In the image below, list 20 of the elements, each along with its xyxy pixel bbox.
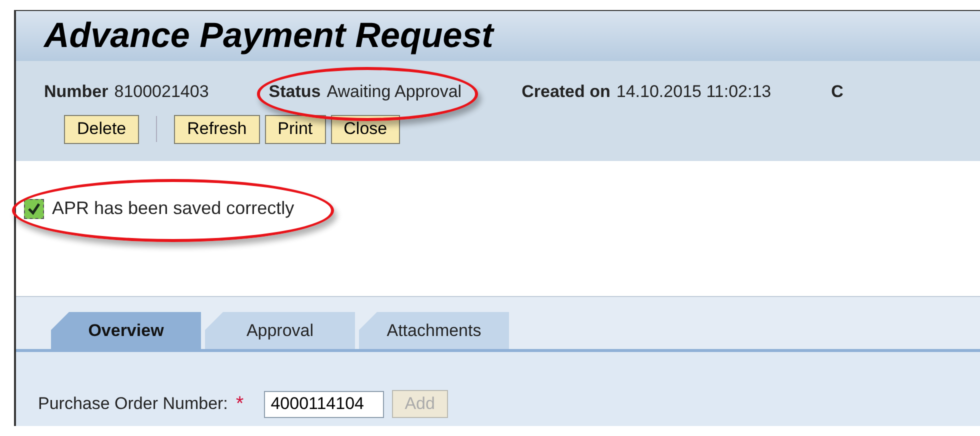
field-value: 8100021403 xyxy=(114,81,209,103)
field-value: Awaiting Approval xyxy=(326,81,462,103)
success-check-icon xyxy=(24,198,44,218)
success-message: APR has been saved correctly xyxy=(52,197,294,220)
field-value: 14.10.2015 11:02:13 xyxy=(616,81,772,103)
field-label: C xyxy=(831,81,844,103)
input-field[interactable]: 4000114104 xyxy=(264,390,384,418)
tab[interactable]: Attachments xyxy=(359,312,509,349)
toolbar-button[interactable]: Print xyxy=(264,114,326,144)
toolbar-button[interactable]: Close xyxy=(330,114,400,144)
toolbar-button[interactable]: Refresh xyxy=(174,114,260,144)
field-label: Purchase Order Number: xyxy=(38,393,228,416)
required-mark: * xyxy=(236,394,244,414)
tab[interactable]: Approval xyxy=(205,312,355,349)
field-label: Number xyxy=(44,81,108,103)
toolbar-button[interactable]: Delete xyxy=(64,114,140,144)
tab[interactable]: Overview xyxy=(51,312,201,349)
field-label: Status xyxy=(268,81,321,103)
field-label: Created on xyxy=(522,81,610,103)
window-title: Advance Payment Request xyxy=(44,14,494,57)
